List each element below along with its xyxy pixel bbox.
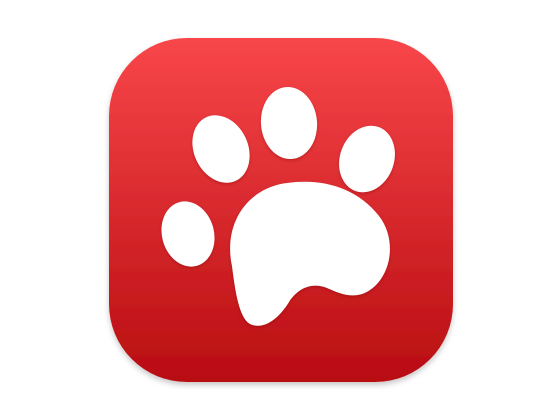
icon-canvas bbox=[0, 0, 560, 420]
app-icon[interactable] bbox=[101, 30, 461, 390]
paw-app-icon-graphic bbox=[109, 38, 453, 382]
